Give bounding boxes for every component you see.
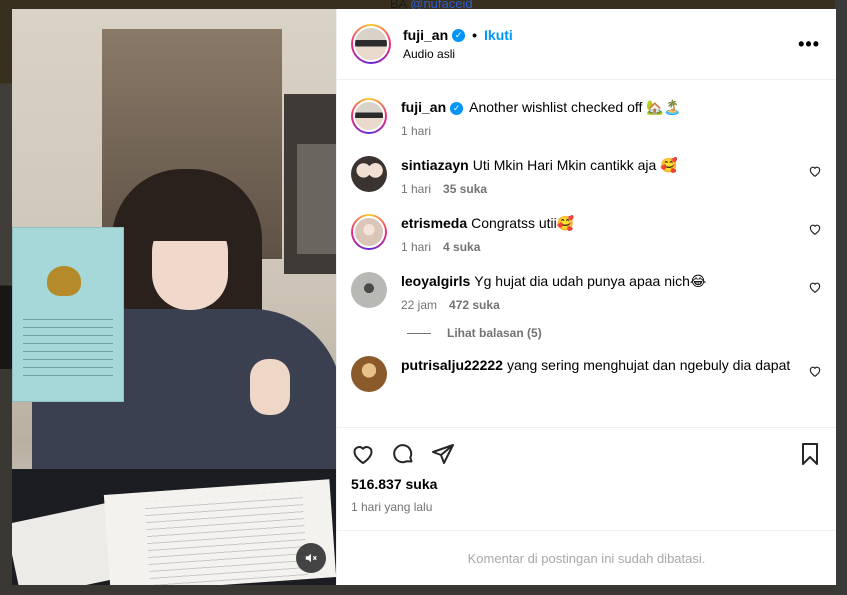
- video-certificate: [12, 227, 124, 402]
- comments-limited-notice: Komentar di postingan ini sudah dibatasi…: [337, 530, 836, 585]
- comment-likes[interactable]: 472 suka: [449, 298, 500, 312]
- caption-time: 1 hari: [401, 124, 432, 138]
- heart-icon[interactable]: [808, 364, 822, 378]
- audio-label[interactable]: Audio asli: [403, 47, 513, 61]
- author-avatar[interactable]: [351, 24, 391, 64]
- certificate-text-lines: [23, 312, 113, 382]
- commenter-avatar[interactable]: [351, 156, 387, 192]
- heart-icon[interactable]: [808, 280, 822, 294]
- post-side-panel: fuji_an ✓ • Ikuti Audio asli ••• fuji_an…: [336, 9, 836, 585]
- view-replies-button[interactable]: Lihat balasan (5): [407, 326, 822, 340]
- feed-scroll-edge: [835, 0, 847, 595]
- action-bar: [351, 434, 822, 474]
- comment-username[interactable]: sintiazayn: [401, 157, 469, 173]
- comment-username[interactable]: putrisalju22222: [401, 357, 503, 373]
- follow-button[interactable]: Ikuti: [484, 27, 513, 43]
- more-options-icon[interactable]: •••: [798, 34, 820, 55]
- caption-body: fuji_an ✓ Another wishlist checked off 🏡🏝️…: [401, 98, 822, 138]
- caption-text: Another wishlist checked off 🏡🏝️: [469, 99, 682, 115]
- comment-row: sintiazayn Uti Mkin Hari Mkin cantikk aja…: [351, 156, 822, 196]
- bookmark-icon[interactable]: [798, 442, 822, 466]
- video-subject-fringe: [144, 199, 236, 241]
- heart-icon[interactable]: [808, 222, 822, 236]
- separator-dot: •: [472, 27, 478, 43]
- commenter-avatar[interactable]: [351, 214, 387, 250]
- share-icon[interactable]: [431, 442, 455, 466]
- comment-username[interactable]: leoyalgirls: [401, 273, 470, 289]
- verified-badge-icon: ✓: [452, 28, 466, 42]
- comment-text: Yg hujat dia udah punya apaa nich😂: [474, 273, 707, 289]
- heart-icon[interactable]: [808, 164, 822, 178]
- post-modal: fuji_an ✓ • Ikuti Audio asli ••• fuji_an…: [12, 9, 836, 585]
- mute-button[interactable]: [296, 543, 326, 573]
- post-video[interactable]: [12, 9, 336, 585]
- comment-row: putrisalju22222 yang sering menghujat dan…: [351, 356, 822, 392]
- comment-time: 1 hari: [401, 182, 432, 196]
- commenter-avatar[interactable]: [351, 356, 387, 392]
- likes-count[interactable]: 516.837 suka: [351, 476, 822, 492]
- comment-row: leoyalgirls Yg hujat dia udah punya apaa …: [351, 272, 822, 312]
- caption-meta: 1 hari: [401, 124, 796, 138]
- view-replies-label: Lihat balasan (5): [447, 326, 542, 340]
- comment-time: 22 jam: [401, 298, 438, 312]
- comment-text: yang sering menghujat dan ngebuly dia da…: [506, 357, 791, 373]
- comment-text: Uti Mkin Hari Mkin cantikk aja 🥰: [472, 157, 678, 173]
- heart-icon[interactable]: [351, 442, 375, 466]
- caption-avatar[interactable]: [351, 98, 387, 134]
- post-timestamp: 1 hari yang lalu: [351, 500, 433, 514]
- author-username[interactable]: fuji_an: [403, 27, 448, 43]
- video-wall-screen: [297, 144, 336, 254]
- author-info: fuji_an ✓ • Ikuti Audio asli: [403, 27, 513, 61]
- comments-list[interactable]: fuji_an ✓ Another wishlist checked off 🏡🏝️…: [337, 80, 836, 427]
- comment-username[interactable]: etrismeda: [401, 215, 467, 231]
- post-header: fuji_an ✓ • Ikuti Audio asli •••: [337, 9, 836, 80]
- verified-badge-icon: ✓: [450, 101, 464, 115]
- author-line: fuji_an ✓ • Ikuti: [403, 27, 513, 43]
- comment-likes[interactable]: 4 suka: [443, 240, 480, 254]
- video-subject-hand: [250, 359, 290, 415]
- comment-time: 1 hari: [401, 240, 432, 254]
- caption-row: fuji_an ✓ Another wishlist checked off 🏡🏝️…: [351, 98, 822, 138]
- comment-icon[interactable]: [391, 442, 415, 466]
- comment-likes[interactable]: 35 suka: [443, 182, 487, 196]
- caption-username[interactable]: fuji_an: [401, 99, 446, 115]
- replies-divider: [407, 332, 431, 334]
- post-actions: 516.837 suka 1 hari yang lalu: [337, 427, 836, 530]
- certificate-emblem: [47, 266, 81, 296]
- comment-row: etrismeda Congratss utii🥰 1 hari 4 suka: [351, 214, 822, 254]
- commenter-avatar[interactable]: [351, 272, 387, 308]
- speaker-muted-icon: [305, 553, 317, 563]
- comment-text: Congratss utii🥰: [471, 215, 575, 231]
